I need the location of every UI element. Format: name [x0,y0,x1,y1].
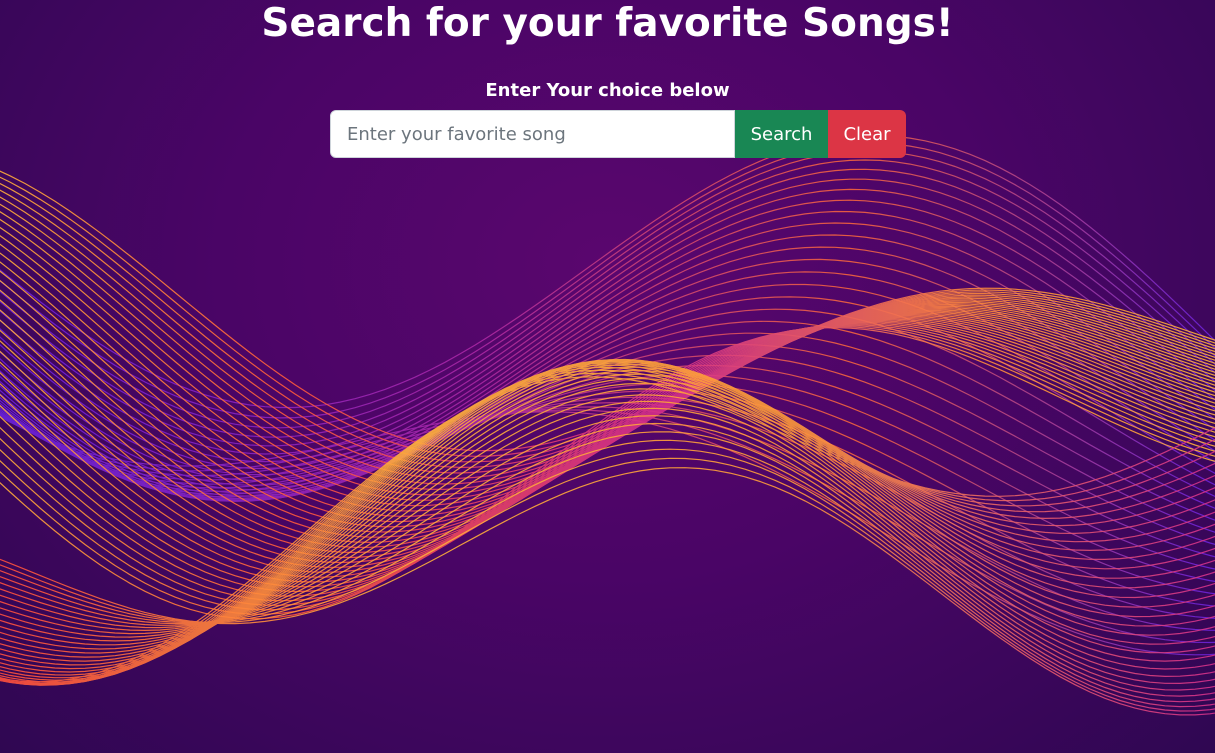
wave-line [0,203,1215,480]
search-button[interactable]: Search [735,110,828,158]
search-input[interactable] [330,110,735,158]
page-title: Search for your favorite Songs! [261,1,954,46]
wave-line [0,431,1215,697]
wave-line [0,261,1215,517]
wave-line [0,226,1215,496]
subtitle: Enter Your choice below [485,80,730,101]
wave-line [0,369,1215,658]
wave-line [0,374,1215,570]
search-group: Search Clear [330,110,906,158]
clear-button[interactable]: Clear [828,110,906,158]
wave-line [0,309,1215,544]
